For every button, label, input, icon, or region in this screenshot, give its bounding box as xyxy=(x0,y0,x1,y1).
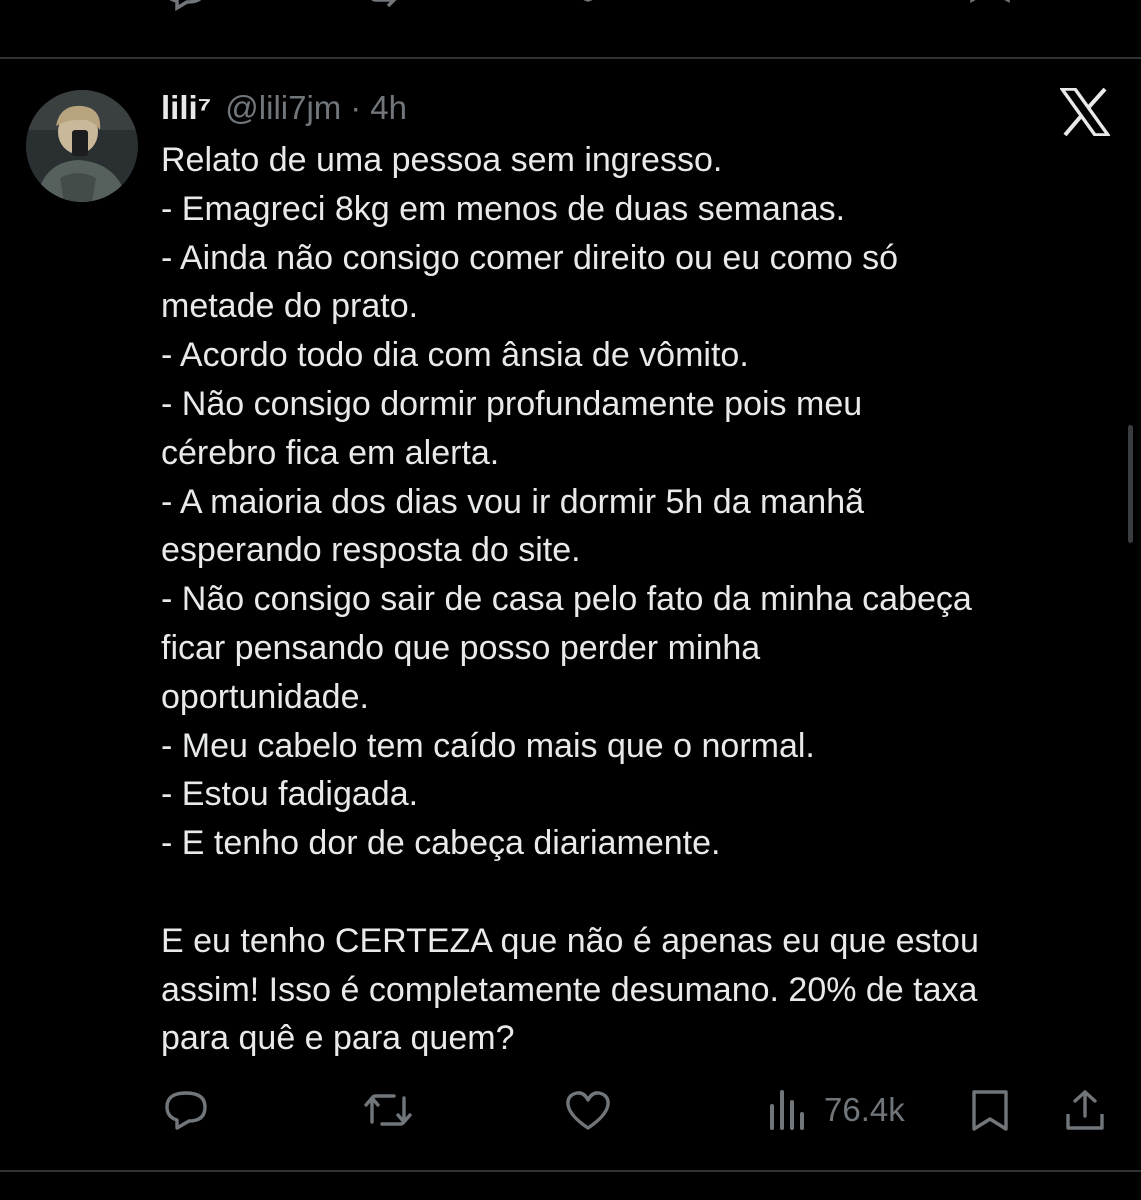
tweet-line: Relato de uma pessoa sem ingresso. xyxy=(161,141,723,179)
retweet-button[interactable] xyxy=(362,1082,414,1138)
retweet-icon[interactable] xyxy=(366,0,410,18)
like-icon xyxy=(566,1091,610,1130)
views-count: 76.4k xyxy=(824,1091,905,1128)
bookmark-icon[interactable] xyxy=(968,0,1012,18)
views-icon xyxy=(770,1090,804,1130)
tweet-line: - E tenho dor de cabeça diariamente. xyxy=(161,824,721,863)
bookmark-icon xyxy=(972,1090,1008,1131)
top-divider xyxy=(0,57,1141,59)
bookmark-button[interactable] xyxy=(968,1082,1012,1138)
share-icon[interactable] xyxy=(1062,0,1106,18)
like-icon[interactable] xyxy=(566,0,610,18)
avatar[interactable] xyxy=(26,90,138,202)
share-button[interactable] xyxy=(1063,1082,1107,1138)
author-handle[interactable]: @lili7jm xyxy=(225,89,341,127)
author-name[interactable]: lili⁷ xyxy=(161,89,211,127)
tweet-line: esperando resposta do site. xyxy=(161,531,581,570)
reply-icon[interactable] xyxy=(163,0,207,18)
tweet-header: lili⁷ @lili7jm · 4h xyxy=(161,84,407,132)
tweet-line: - Meu cabelo tem caído mais que o normal… xyxy=(161,726,815,765)
views-button[interactable]: 76.4k xyxy=(768,1082,905,1138)
tweet-line: - A maioria dos dias vou ir dormir 5h da… xyxy=(161,482,865,521)
tweet-line: ficar pensando que posso perder minha xyxy=(161,628,761,667)
tweet-line: metade do prato. xyxy=(161,287,419,326)
tweet-line: cérebro fica em alerta. xyxy=(161,433,500,472)
like-button[interactable] xyxy=(564,1082,612,1138)
tweet-text: Relato de uma pessoa sem ingresso. - Ema… xyxy=(161,136,1126,1063)
retweet-icon xyxy=(364,1094,412,1126)
share-icon xyxy=(1066,1090,1104,1130)
reply-button[interactable] xyxy=(163,1082,209,1138)
tweet-line: E eu tenho CERTEZA que não é apenas eu q… xyxy=(161,921,979,960)
reply-icon xyxy=(165,1091,207,1130)
tweet-line: para quê e para quem? xyxy=(161,1019,515,1058)
tweet-line: oportunidade. xyxy=(161,677,369,716)
tweet-line: assim! Isso é completamente desumano. 20… xyxy=(161,970,978,1009)
tweet-line: - Acordo todo dia com ânsia de vômito. xyxy=(161,336,749,375)
tweet-line: - Não consigo sair de casa pelo fato da … xyxy=(161,580,972,619)
separator-dot: · xyxy=(350,89,362,126)
x-logo-icon xyxy=(1058,87,1112,137)
tweet-line: - Estou fadigada. xyxy=(161,775,419,814)
tweet-line: - Ainda não consigo comer direito ou eu … xyxy=(161,238,899,277)
scrollbar[interactable] xyxy=(1128,425,1133,543)
tweet-action-bar: 76.4k xyxy=(0,1082,1141,1138)
tweet-line: - Não consigo dormir profundamente pois … xyxy=(161,384,863,423)
views-icon[interactable] xyxy=(768,0,812,18)
tweet-line: - Emagreci 8kg em menos de duas semanas. xyxy=(161,189,846,228)
previous-tweet-action-bar xyxy=(0,0,1141,30)
bottom-divider xyxy=(0,1170,1141,1172)
timestamp[interactable]: 4h xyxy=(370,89,407,127)
paragraph-break xyxy=(161,868,1126,917)
